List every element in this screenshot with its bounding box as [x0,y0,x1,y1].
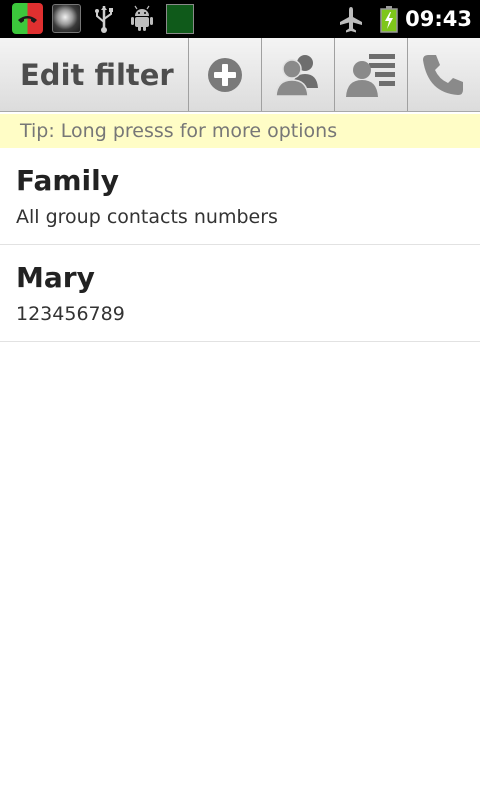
battery-charging-icon [380,4,398,34]
add-contact-button[interactable] [334,38,406,111]
group-icon [274,54,318,97]
green-app-icon[interactable] [166,4,194,34]
android-debug-icon [130,4,154,34]
list-item-family[interactable]: Family All group contacts numbers [0,148,480,245]
tip-banner: Tip: Long presss for more options [0,114,480,148]
tip-text: Tip: Long presss for more options [20,120,338,142]
add-filter-button[interactable] [188,38,260,111]
status-time: 09:43 [405,7,472,31]
list-item-title: Mary [16,261,95,294]
add-group-button[interactable] [261,38,333,111]
usb-icon [92,4,116,34]
add-call-log-button[interactable] [407,38,480,111]
list-item-subtitle: All group contacts numbers [16,206,278,228]
list-item-title: Family [16,164,120,197]
add-icon [207,57,242,92]
photo-app-icon[interactable] [52,4,81,33]
list-item-subtitle: 123456789 [16,303,125,325]
status-bar: 09:43 [0,0,480,38]
phone-icon [423,54,463,95]
filter-list: Family All group contacts numbers Mary 1… [0,148,480,342]
contact-list-icon [345,53,395,97]
page-title: Edit filter [20,58,174,92]
call-filter-app-icon[interactable] [12,3,43,34]
airplane-mode-icon [338,4,364,34]
list-item-mary[interactable]: Mary 123456789 [0,245,480,342]
action-bar: Edit filter [0,38,480,112]
